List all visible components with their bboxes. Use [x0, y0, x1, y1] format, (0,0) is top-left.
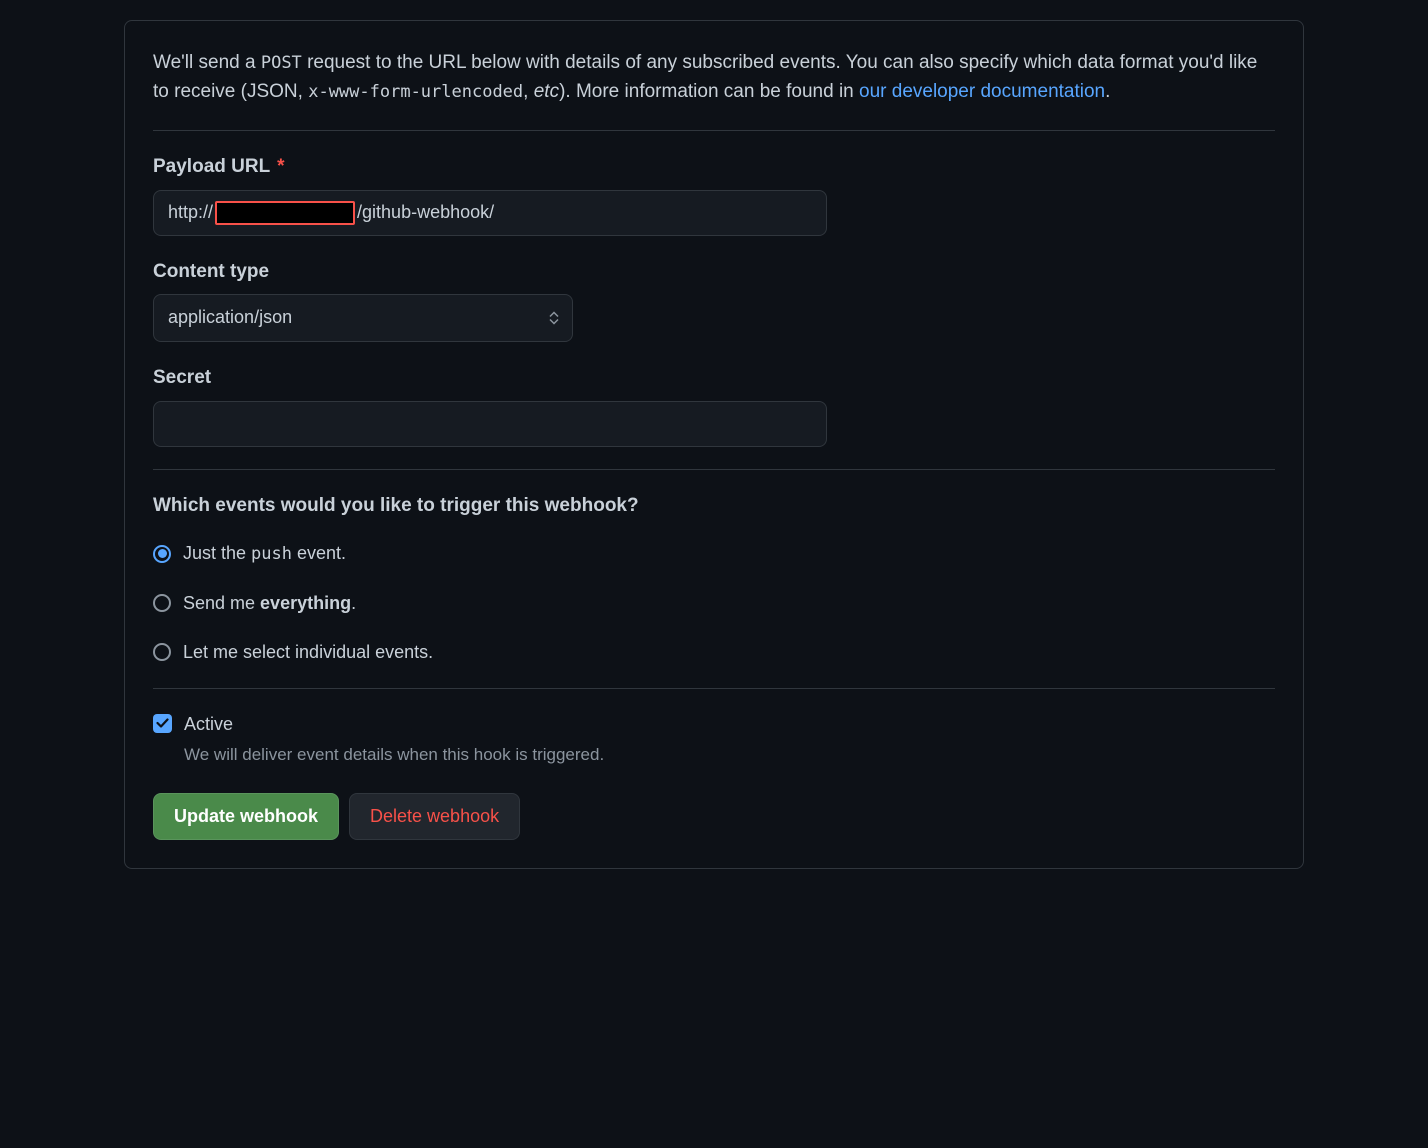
delete-webhook-button[interactable]: Delete webhook: [349, 793, 520, 840]
payload-url-input[interactable]: http:///github-webhook/: [153, 190, 827, 236]
radio-everything-label: Send me everything.: [183, 590, 356, 617]
webhook-description: We'll send a POST request to the URL bel…: [153, 49, 1275, 106]
content-type-label: Content type: [153, 258, 1275, 287]
divider: [153, 130, 1275, 131]
developer-docs-link[interactable]: our developer documentation: [859, 81, 1105, 102]
active-help-text: We will deliver event details when this …: [184, 742, 604, 768]
secret-label: Secret: [153, 364, 1275, 393]
radio-push-event[interactable]: Just the push event.: [153, 540, 1275, 568]
divider: [153, 469, 1275, 470]
active-checkbox[interactable]: [153, 714, 172, 733]
webhook-settings-panel: We'll send a POST request to the URL bel…: [124, 20, 1304, 869]
radio-individual[interactable]: Let me select individual events.: [153, 639, 1275, 666]
radio-icon: [153, 545, 171, 563]
check-icon: [156, 718, 169, 728]
redacted-host: [215, 201, 355, 225]
button-row: Update webhook Delete webhook: [153, 793, 1275, 840]
required-asterisk-icon: *: [277, 156, 284, 177]
active-checkbox-row: Active We will deliver event details whe…: [153, 711, 1275, 768]
update-webhook-button[interactable]: Update webhook: [153, 793, 339, 840]
form-encoded-code: x-www-form-urlencoded: [308, 82, 523, 102]
content-type-select[interactable]: application/json: [153, 294, 573, 342]
divider: [153, 688, 1275, 689]
events-heading: Which events would you like to trigger t…: [153, 492, 1275, 521]
content-type-select-wrap: application/json: [153, 294, 573, 342]
radio-individual-label: Let me select individual events.: [183, 639, 433, 666]
radio-icon: [153, 594, 171, 612]
secret-group: Secret: [153, 364, 1275, 447]
payload-url-group: Payload URL * http:///github-webhook/: [153, 153, 1275, 236]
radio-icon: [153, 643, 171, 661]
payload-url-label: Payload URL *: [153, 153, 1275, 182]
content-type-group: Content type application/json: [153, 258, 1275, 343]
radio-everything[interactable]: Send me everything.: [153, 590, 1275, 617]
radio-push-label: Just the push event.: [183, 540, 346, 568]
post-code: POST: [261, 53, 302, 73]
secret-input[interactable]: [153, 401, 827, 447]
active-label[interactable]: Active: [184, 711, 604, 738]
